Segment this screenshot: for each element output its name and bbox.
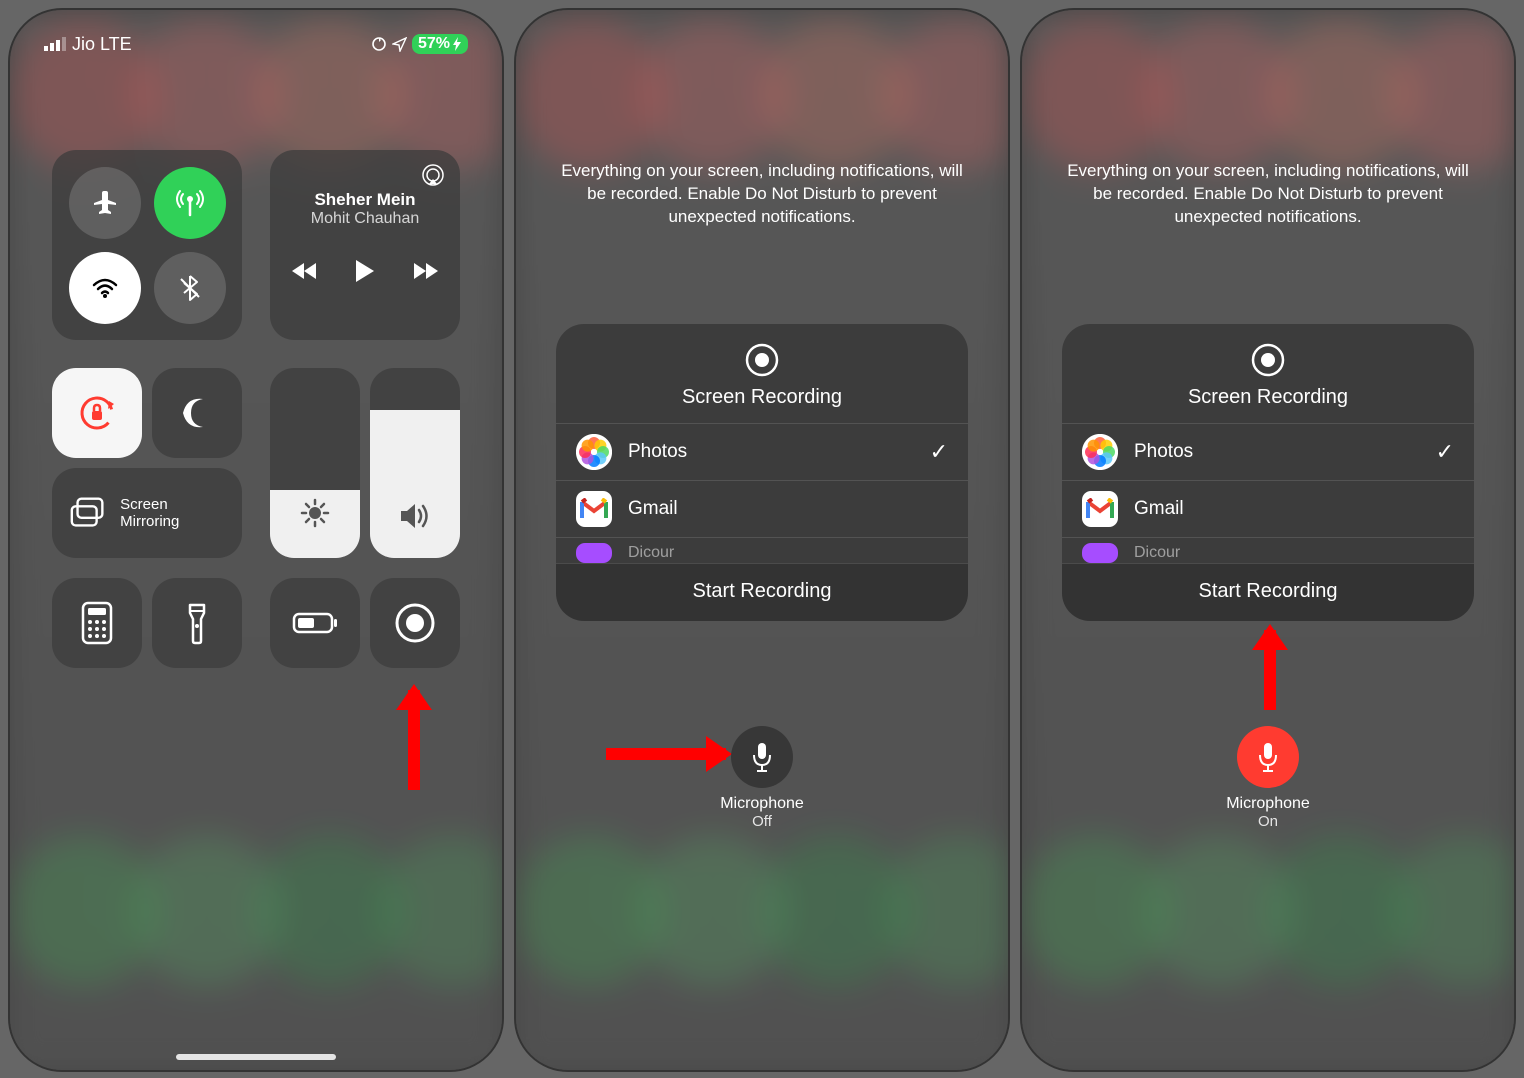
annotation-arrow <box>1264 630 1276 710</box>
do-not-disturb-button[interactable] <box>152 368 242 458</box>
orientation-lock-icon <box>75 391 119 435</box>
annotation-arrow <box>408 690 420 790</box>
app-row-photos[interactable]: Photos ✓ <box>1062 423 1474 480</box>
start-recording-button[interactable]: Start Recording <box>556 563 968 621</box>
flashlight-button[interactable] <box>152 578 242 668</box>
app-icon <box>1082 543 1118 563</box>
recording-notice: Everything on your screen, including not… <box>1062 160 1474 229</box>
record-icon <box>394 602 436 644</box>
connectivity-tile[interactable] <box>52 150 242 340</box>
sheet-title: Screen Recording <box>556 386 968 409</box>
app-row-gmail[interactable]: Gmail <box>1062 480 1474 537</box>
record-icon <box>1250 342 1286 378</box>
flashlight-icon <box>185 601 209 645</box>
mirror-label: Screen Mirroring <box>120 496 226 531</box>
mirroring-icon <box>68 496 106 530</box>
location-icon <box>392 37 407 52</box>
orientation-lock-button[interactable] <box>52 368 142 458</box>
annotation-arrow <box>606 748 726 760</box>
microphone-icon <box>750 741 774 773</box>
airplane-icon <box>90 188 120 218</box>
bluetooth-off-icon <box>175 273 205 303</box>
cellular-data-button[interactable] <box>154 167 226 239</box>
microphone-label: Microphone Off <box>720 794 804 831</box>
app-label: Dicour <box>628 544 674 562</box>
microphone-toggle[interactable] <box>731 726 793 788</box>
sync-icon <box>371 36 387 52</box>
bluetooth-button[interactable] <box>154 252 226 324</box>
record-icon <box>744 342 780 378</box>
app-label: Photos <box>628 441 687 463</box>
media-artist: Mohit Chauhan <box>286 210 444 228</box>
screen-recording-sheet: Screen Recording Photos ✓ Gmail Dicour S… <box>1062 324 1474 621</box>
app-row-gmail[interactable]: Gmail <box>556 480 968 537</box>
antenna-icon <box>175 188 205 218</box>
app-label: Gmail <box>1134 498 1184 520</box>
low-power-mode-button[interactable] <box>270 578 360 668</box>
battery-percent: 57% <box>418 35 450 53</box>
media-tile[interactable]: Sheher Mein Mohit Chauhan <box>270 150 460 340</box>
brightness-slider[interactable] <box>270 368 360 558</box>
phone-panel-3: Everything on your screen, including not… <box>1020 8 1516 1072</box>
speaker-icon <box>399 502 431 530</box>
photos-app-icon <box>1082 434 1118 470</box>
app-row-partial[interactable]: Dicour <box>556 537 968 563</box>
play-button[interactable] <box>354 258 376 284</box>
status-bar: Jio LTE 57% <box>10 28 502 60</box>
microphone-icon <box>1256 741 1280 773</box>
app-row-partial[interactable]: Dicour <box>1062 537 1474 563</box>
prev-track-button[interactable] <box>292 261 320 281</box>
moon-icon <box>177 393 217 433</box>
app-icon <box>576 543 612 563</box>
screen-record-button[interactable] <box>370 578 460 668</box>
checkmark-icon: ✓ <box>1436 439 1454 465</box>
charging-icon <box>452 37 462 51</box>
app-label: Gmail <box>628 498 678 520</box>
checkmark-icon: ✓ <box>930 439 948 465</box>
app-row-photos[interactable]: Photos ✓ <box>556 423 968 480</box>
next-track-button[interactable] <box>410 261 438 281</box>
microphone-toggle[interactable] <box>1237 726 1299 788</box>
sheet-title: Screen Recording <box>1062 386 1474 409</box>
airplay-icon[interactable] <box>420 162 446 188</box>
app-label: Dicour <box>1134 544 1180 562</box>
microphone-label: Microphone On <box>1226 794 1310 831</box>
media-title: Sheher Mein <box>286 190 444 210</box>
carrier-label: Jio LTE <box>72 34 132 55</box>
wifi-button[interactable] <box>69 252 141 324</box>
recording-notice: Everything on your screen, including not… <box>556 160 968 229</box>
app-label: Photos <box>1134 441 1193 463</box>
sun-icon <box>300 498 330 528</box>
signal-icon <box>44 37 66 51</box>
gmail-app-icon <box>576 491 612 527</box>
phone-panel-1: Jio LTE 57% <box>8 8 504 1072</box>
airplane-mode-button[interactable] <box>69 167 141 239</box>
volume-slider[interactable] <box>370 368 460 558</box>
screen-recording-sheet: Screen Recording Photos ✓ Gmail Dicour S… <box>556 324 968 621</box>
gmail-app-icon <box>1082 491 1118 527</box>
battery-icon <box>292 610 338 636</box>
photos-app-icon <box>576 434 612 470</box>
calculator-icon <box>80 601 114 645</box>
wifi-icon <box>90 273 120 303</box>
calculator-button[interactable] <box>52 578 142 668</box>
screen-mirroring-button[interactable]: Screen Mirroring <box>52 468 242 558</box>
phone-panel-2: Everything on your screen, including not… <box>514 8 1010 1072</box>
home-indicator[interactable] <box>176 1054 336 1060</box>
battery-indicator: 57% <box>412 34 468 54</box>
